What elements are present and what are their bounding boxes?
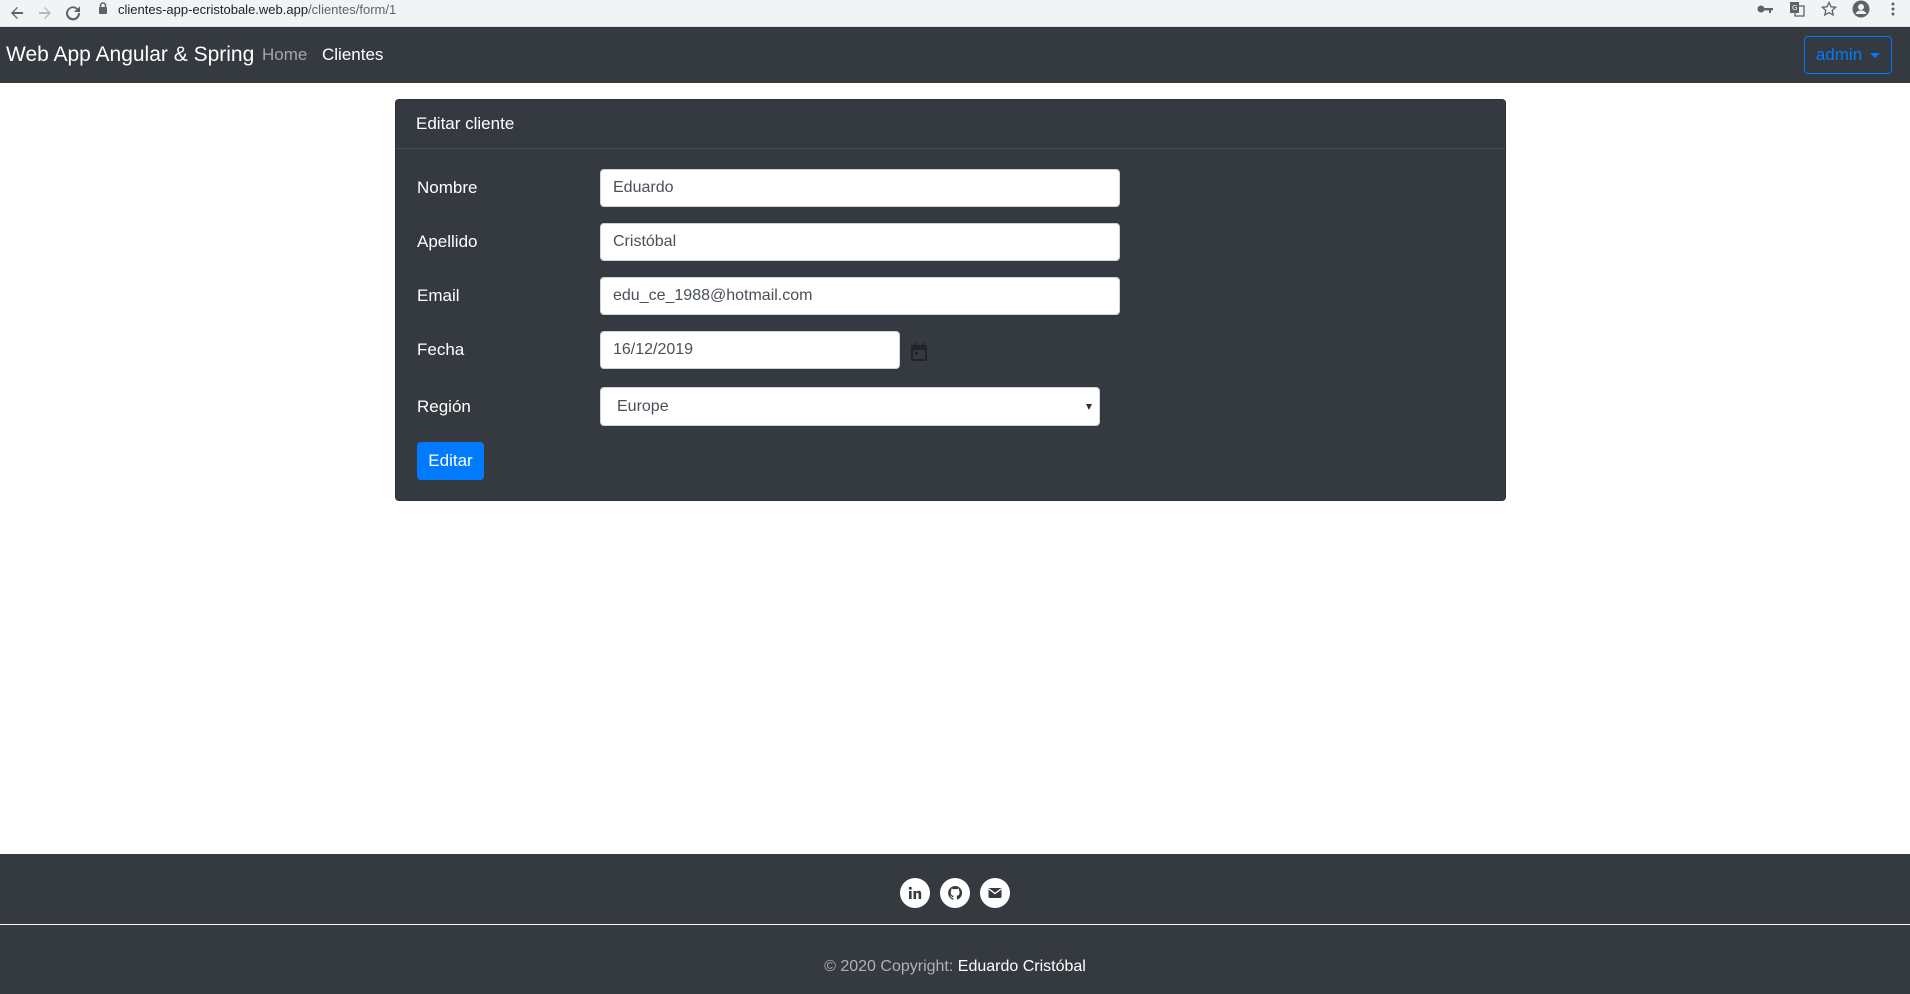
brand-link[interactable]: Web App Angular & Spring	[6, 43, 254, 67]
nav-link-home[interactable]: Home	[262, 45, 307, 65]
region-value: Europe	[617, 397, 669, 415]
apellido-label: Apellido	[417, 232, 478, 251]
apellido-input[interactable]: Cristóbal	[600, 223, 1120, 261]
svg-text:G: G	[1792, 4, 1797, 12]
nombre-label: Nombre	[417, 178, 478, 197]
footer-divider	[0, 924, 1910, 925]
linkedin-icon[interactable]	[900, 878, 930, 908]
nombre-input[interactable]: Eduardo	[600, 169, 1120, 207]
admin-label: admin	[1815, 45, 1863, 64]
more-vert-icon[interactable]	[1884, 0, 1902, 18]
nombre-value: Eduardo	[613, 179, 674, 196]
app-navbar: Web App Angular & Spring Home Clientes a…	[0, 27, 1910, 83]
address-bar[interactable]: clientes-app-ecristobale.web.app/cliente…	[98, 0, 396, 18]
fecha-label: Fecha	[417, 340, 465, 359]
url-domain: clientes-app-ecristobale.web.app	[118, 1, 309, 17]
translate-icon[interactable]: G	[1788, 0, 1806, 18]
caret-down-icon	[1870, 52, 1881, 58]
github-icon[interactable]	[940, 878, 970, 908]
email-label: Email	[417, 286, 460, 305]
editar-button[interactable]: Editar	[417, 442, 484, 480]
region-select[interactable]: Europe	[600, 387, 1100, 426]
back-icon[interactable]	[6, 2, 28, 24]
copyright-author-link[interactable]: Eduardo Cristóbal	[958, 958, 1086, 975]
nav-link-clientes[interactable]: Clientes	[322, 45, 383, 65]
email-icon[interactable]	[980, 878, 1010, 908]
copyright-text: © 2020 Copyright: Eduardo Cristóbal	[0, 958, 1910, 976]
lock-icon	[98, 1, 108, 17]
profile-icon[interactable]	[1852, 0, 1870, 18]
page-footer: © 2020 Copyright: Eduardo Cristóbal	[0, 854, 1910, 994]
calendar-icon[interactable]	[908, 341, 930, 363]
star-icon[interactable]	[1820, 0, 1838, 18]
url-path: /clientes/form/1	[308, 1, 397, 17]
email-value: edu_ce_1988@hotmail.com	[613, 287, 813, 304]
card-header: Editar cliente	[396, 100, 1505, 149]
card-title: Editar cliente	[416, 114, 515, 133]
admin-dropdown-button[interactable]: admin	[1804, 36, 1892, 74]
fecha-input[interactable]: 16/12/2019	[600, 331, 900, 369]
copyright-prefix: © 2020 Copyright:	[824, 958, 954, 975]
browser-toolbar: clientes-app-ecristobale.web.app/cliente…	[0, 0, 1910, 27]
dropdown-arrow-icon	[1086, 404, 1092, 410]
forward-icon[interactable]	[34, 2, 56, 24]
email-input[interactable]: edu_ce_1988@hotmail.com	[600, 277, 1120, 315]
reload-icon[interactable]	[62, 2, 84, 24]
edit-client-card: Editar cliente Nombre Eduardo Apellido C…	[395, 99, 1506, 501]
apellido-value: Cristóbal	[613, 233, 677, 250]
key-icon[interactable]	[1756, 0, 1774, 18]
region-label: Región	[417, 397, 471, 416]
fecha-value: 16/12/2019	[613, 341, 694, 358]
social-links	[0, 878, 1910, 908]
